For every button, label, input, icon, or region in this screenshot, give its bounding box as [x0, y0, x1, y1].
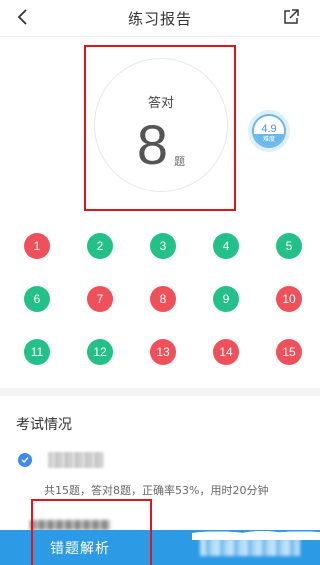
exam-summary: 共15题，答对8题，正确率53%，用时20分钟 [44, 484, 269, 497]
highlight-box-score [84, 45, 236, 211]
question-bubble-14[interactable]: 14 [213, 339, 239, 365]
cloud-decoration [192, 520, 320, 540]
question-grid: 1 2 3 4 5 6 7 8 9 10 11 12 13 14 15 [24, 233, 304, 365]
share-external-icon [284, 9, 299, 24]
question-bubble-5[interactable]: 5 [276, 233, 302, 259]
question-bubble-8[interactable]: 8 [150, 286, 176, 312]
question-bubble-3[interactable]: 3 [150, 233, 176, 259]
header-bar: 练习报告 [0, 0, 320, 37]
question-bubble-4[interactable]: 4 [213, 233, 239, 259]
exam-section-title: 考试情况 [16, 417, 72, 433]
user-row [18, 452, 104, 468]
question-bubble-9[interactable]: 9 [213, 286, 239, 312]
difficulty-badge: 4.9 难度 [248, 110, 290, 152]
page-title: 练习报告 [127, 9, 192, 28]
question-bubble-6[interactable]: 6 [24, 286, 50, 312]
section-divider [0, 388, 320, 396]
question-bubble-1[interactable]: 1 [24, 233, 50, 259]
blurred-username [48, 452, 104, 468]
highlight-box-review [31, 499, 152, 565]
check-icon [18, 453, 32, 467]
question-bubble-10[interactable]: 10 [276, 286, 302, 312]
practice-report-page: 练习报告 答对 8 题 4.9 难度 1 2 3 4 5 6 7 8 9 10 11 12 13 14 15… [0, 0, 320, 565]
back-button[interactable] [14, 8, 32, 26]
difficulty-label: 难度 [254, 134, 284, 146]
question-bubble-13[interactable]: 13 [150, 339, 176, 365]
chevron-left-icon [17, 9, 27, 25]
question-bubble-11[interactable]: 11 [24, 339, 50, 365]
share-button[interactable] [282, 8, 300, 26]
question-bubble-12[interactable]: 12 [87, 339, 113, 365]
checkmark-glyph [21, 457, 29, 464]
question-bubble-7[interactable]: 7 [87, 286, 113, 312]
question-bubble-2[interactable]: 2 [87, 233, 113, 259]
difficulty-inner: 4.9 难度 [252, 114, 286, 148]
blurred-secondary-button[interactable] [200, 538, 300, 556]
question-bubble-15[interactable]: 15 [276, 339, 302, 365]
